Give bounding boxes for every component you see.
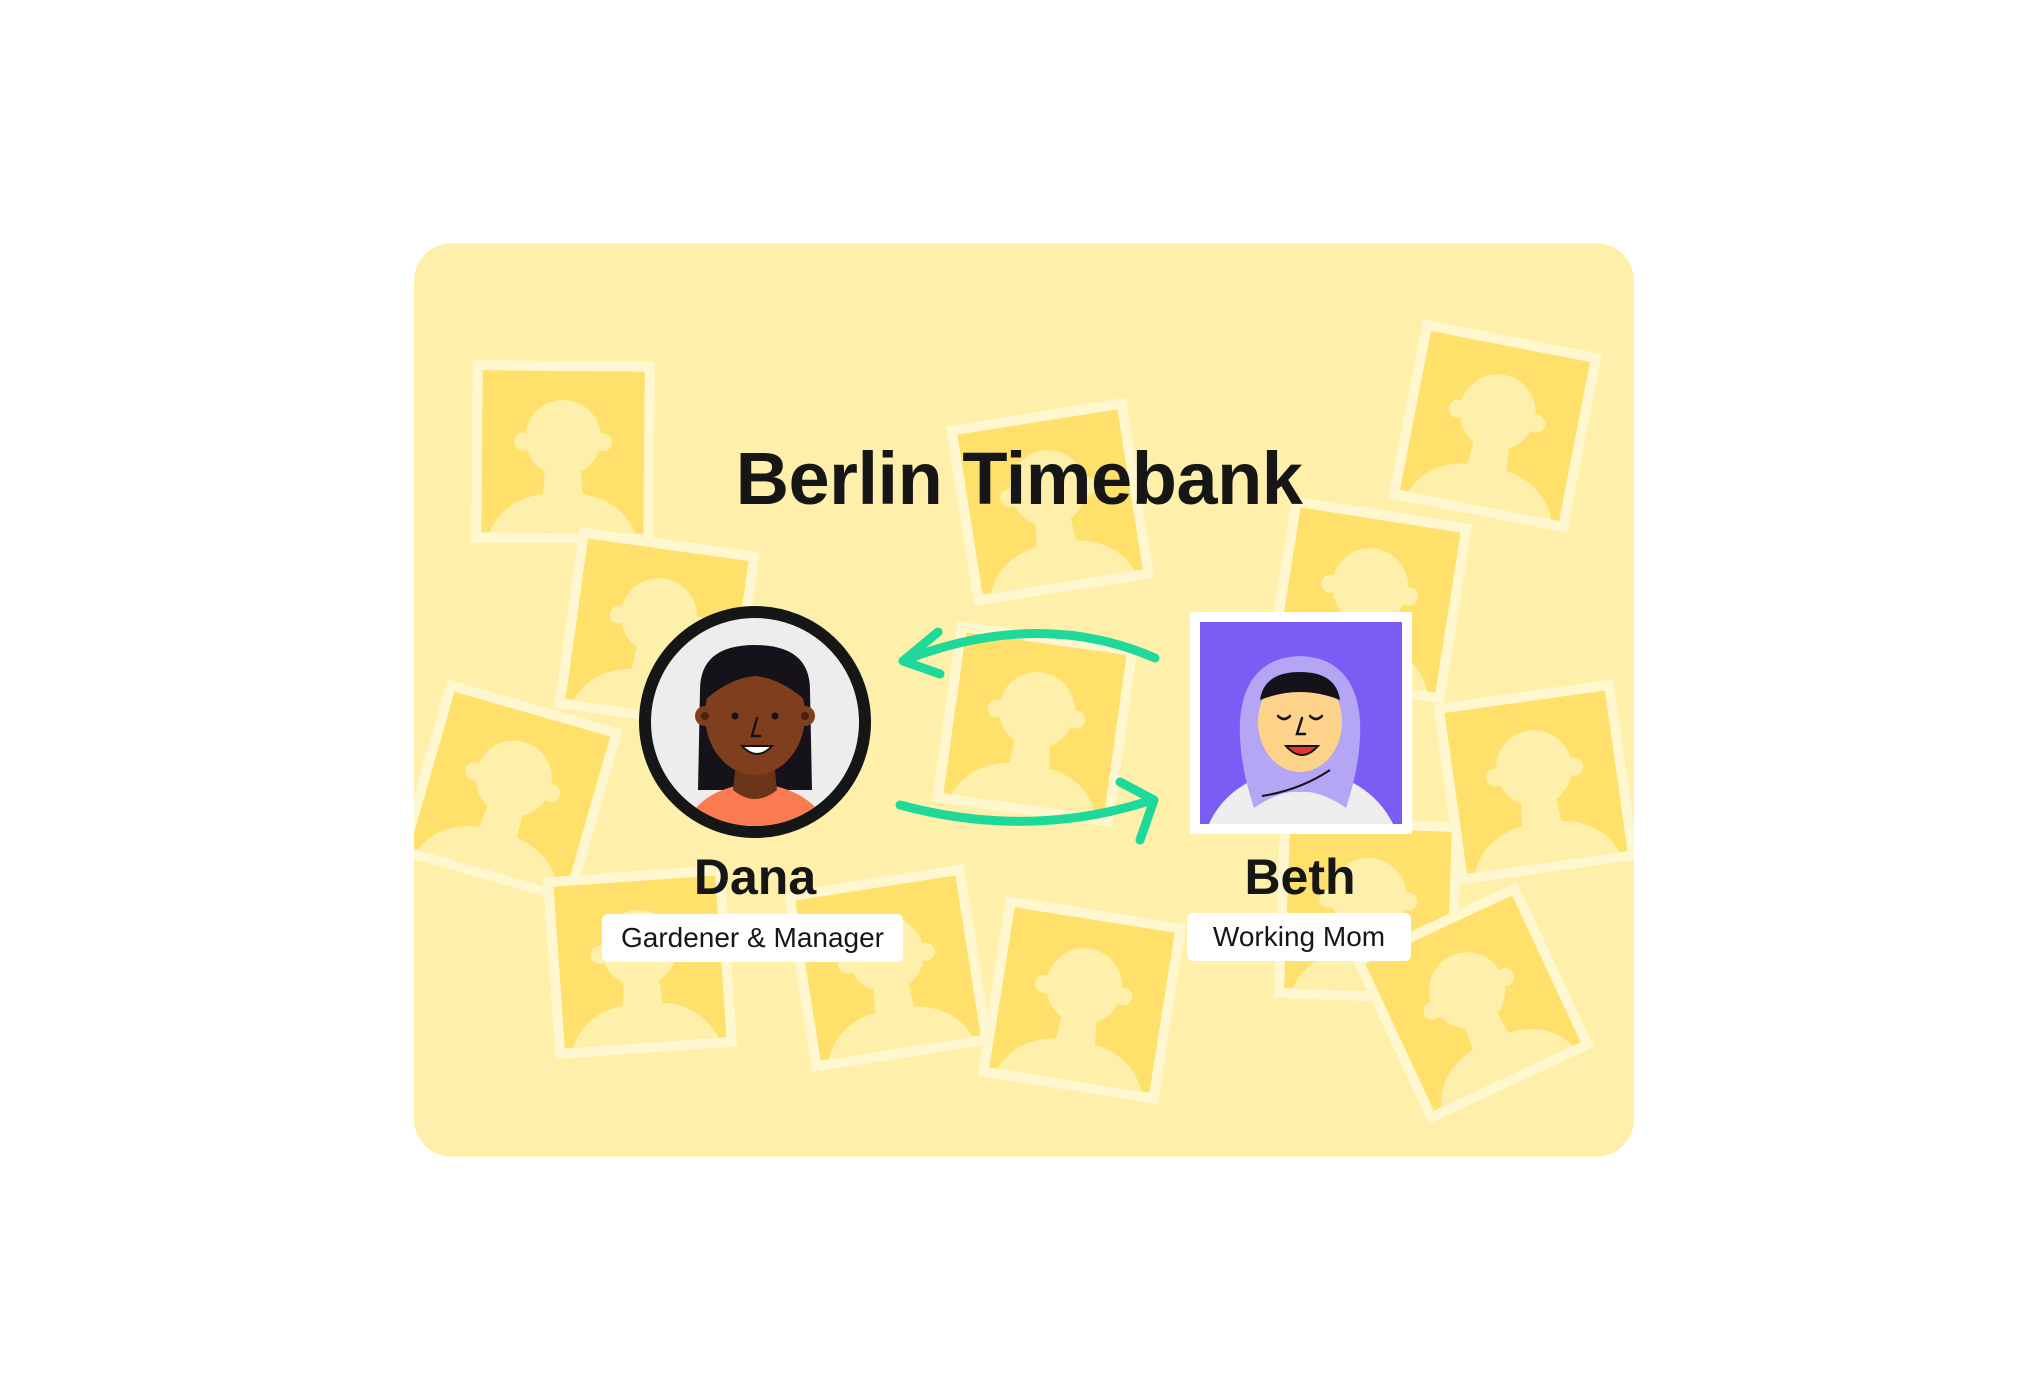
beth-avatar	[1190, 612, 1412, 834]
page-title: Berlin Timebank	[735, 437, 1303, 520]
photo-tile-icon	[981, 902, 1180, 1113]
role-badge-dana: Gardener & Manager	[602, 914, 903, 962]
dana-avatar	[639, 606, 871, 838]
member-name-beth: Beth	[1244, 849, 1356, 905]
timebank-illustration	[0, 0, 2038, 1394]
member-name-dana: Dana	[693, 849, 817, 905]
role-badge-beth: Working Mom	[1187, 913, 1411, 961]
photo-tile-icon	[936, 627, 1132, 835]
